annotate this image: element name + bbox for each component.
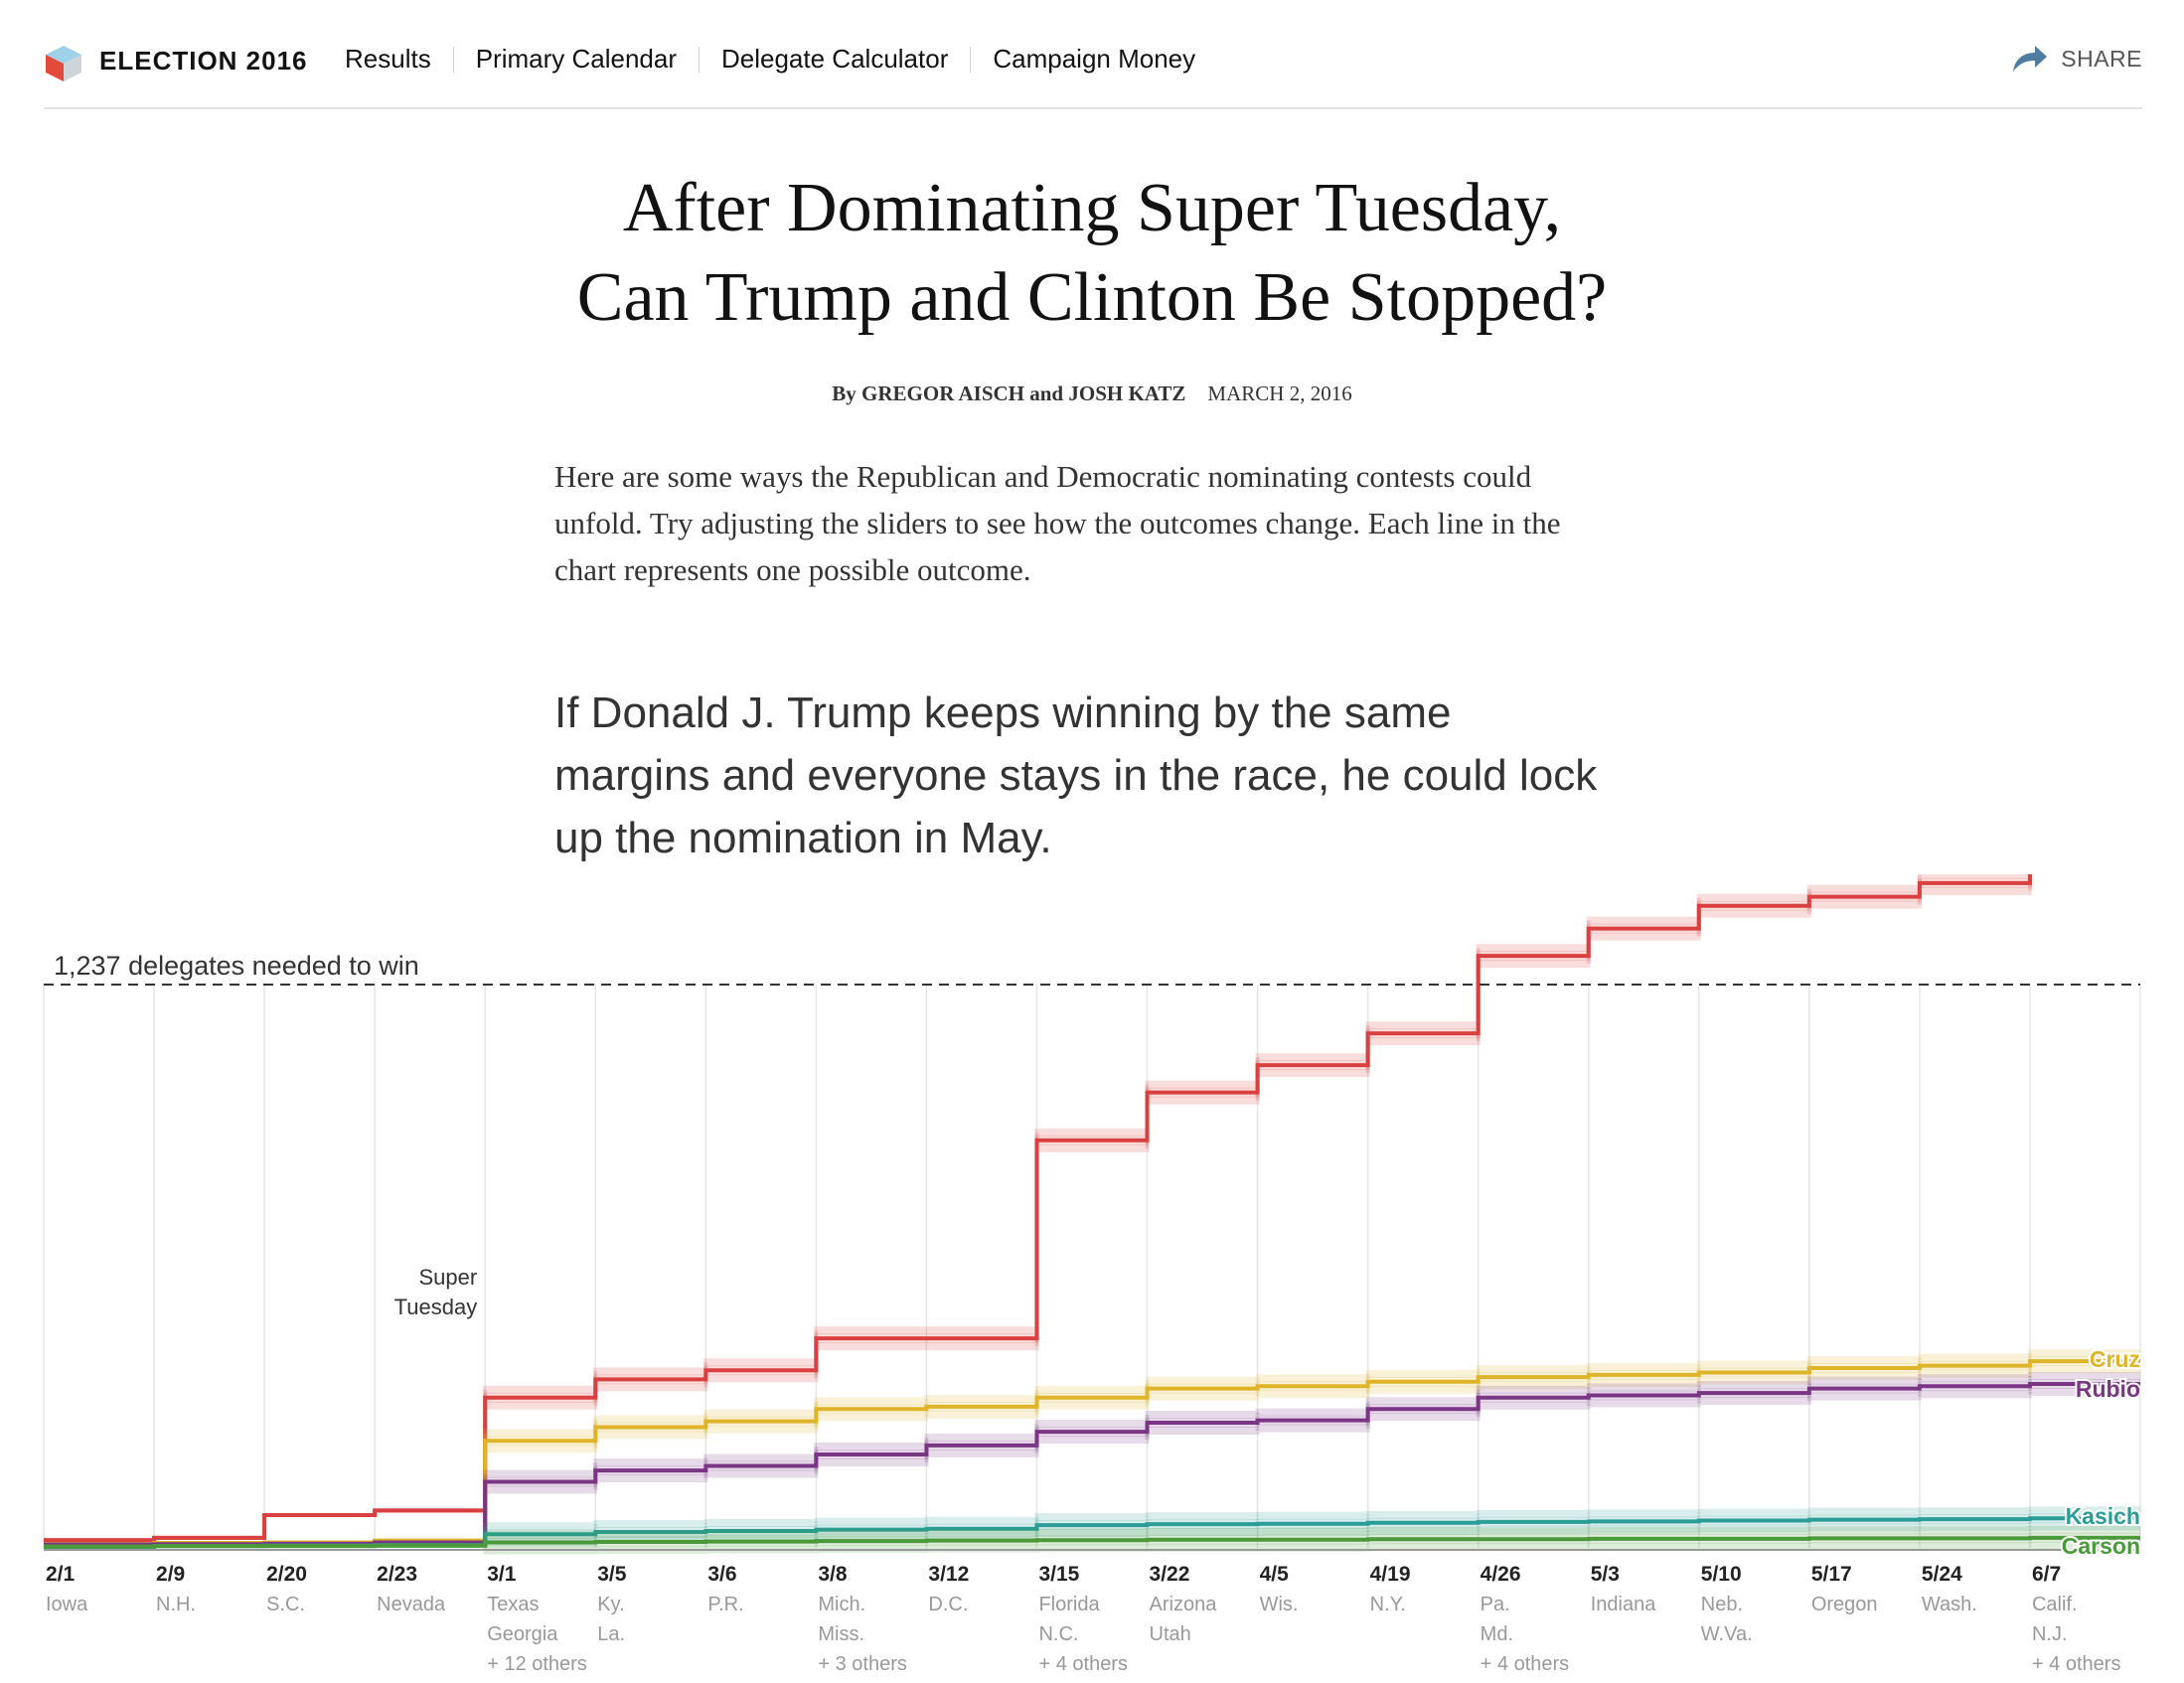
x-tick-label: 4/5 (1260, 1563, 1290, 1586)
x-state-label: + 4 others (1481, 1653, 1570, 1675)
annotation-layer: Super Tuesday (394, 1265, 478, 1319)
x-tick-label: 5/10 (1701, 1563, 1742, 1586)
x-state-label: N.H. (156, 1594, 196, 1615)
share-arrow-icon (2013, 46, 2048, 72)
nav-link-delegate-calculator[interactable]: Delegate Calculator (721, 44, 948, 75)
nav-link-results[interactable]: Results (345, 44, 431, 75)
x-state-label: Calif. (2032, 1594, 2078, 1615)
x-state-label: N.Y. (1370, 1594, 1406, 1615)
series-label-kasich: Kasich (2066, 1503, 2140, 1529)
x-state-label: + 12 others (487, 1653, 587, 1675)
x-state-label: S.C. (266, 1594, 305, 1615)
x-state-label: Neb. (1701, 1594, 1743, 1615)
x-tick-label: 3/22 (1150, 1563, 1190, 1586)
x-state-label: Md. (1481, 1623, 1513, 1645)
super-tuesday-label-line-2: Tuesday (394, 1295, 478, 1319)
x-state-label: P.R. (707, 1594, 743, 1615)
x-state-label: Utah (1150, 1623, 1191, 1645)
nav-link-primary-calendar[interactable]: Primary Calendar (476, 44, 677, 75)
intro-paragraph: Here are some ways the Republican and De… (554, 459, 1561, 587)
x-state-label: Georgia (487, 1623, 558, 1645)
series-label-cruz: Cruz (2090, 1346, 2140, 1372)
headline: After Dominating Super Tuesday, Can Trum… (0, 164, 2184, 343)
series-carson (44, 1525, 2140, 1555)
x-tick-label: 3/8 (818, 1563, 848, 1586)
share-label: SHARE (2061, 45, 2142, 72)
x-tick-label: 5/3 (1591, 1563, 1620, 1586)
top-nav: ELECTION 2016 Results Primary Calendar D… (44, 30, 2142, 109)
x-state-label: Ky. (597, 1594, 624, 1615)
x-tick-label: 2/1 (46, 1563, 76, 1586)
nav-link-campaign-money[interactable]: Campaign Money (993, 44, 1195, 75)
series-labels: TrumpCruzRubioKasichCarson (2060, 1344, 2142, 1561)
x-tick-label: 5/17 (1811, 1563, 1852, 1586)
nav-links: Results Primary Calendar Delegate Calcul… (345, 44, 1195, 75)
x-tick-label: 3/1 (487, 1563, 517, 1586)
byline-authors: By GREGOR AISCH and JOSH KATZ (832, 382, 1186, 405)
share-button[interactable]: SHARE (2011, 44, 2142, 74)
nav-divider (970, 46, 972, 73)
grid-layer (43, 985, 2141, 1548)
x-state-label: + 3 others (818, 1653, 907, 1675)
x-state-label: Miss. (818, 1623, 864, 1645)
headline-line-1: After Dominating Super Tuesday, (622, 170, 1562, 246)
threshold-label: 1,237 delegates needed to win (54, 951, 419, 981)
x-tick-label: 6/7 (2032, 1563, 2061, 1586)
x-tick-label: 2/20 (266, 1563, 307, 1586)
x-state-label: Pa. (1481, 1594, 1510, 1615)
x-state-label: Wash. (1922, 1594, 1977, 1615)
x-state-label: N.J. (2032, 1623, 2068, 1645)
x-state-label: Arizona (1150, 1594, 1218, 1615)
delegate-chart: 1,237 delegates needed to win Super Tues… (43, 874, 2142, 1675)
byline-date: MARCH 2, 2016 (1207, 382, 1352, 405)
election-logo-icon (46, 46, 81, 81)
headline-line-2: Can Trump and Clinton Be Stopped? (576, 259, 1608, 336)
x-tick-label: 4/26 (1481, 1563, 1521, 1586)
x-state-label: Nevada (377, 1594, 446, 1615)
nav-divider (452, 46, 454, 73)
x-state-label: Iowa (46, 1594, 88, 1615)
scenario-text: If Donald J. Trump keeps winning by the … (554, 688, 1598, 862)
x-state-label: Wis. (1260, 1594, 1299, 1615)
x-state-label: + 4 others (2032, 1653, 2121, 1675)
x-state-label: Mich. (818, 1594, 865, 1615)
x-state-label: D.C. (928, 1594, 968, 1615)
x-state-label: N.C. (1038, 1623, 1078, 1645)
x-tick-label: 3/5 (597, 1563, 627, 1586)
x-state-label: Indiana (1591, 1594, 1656, 1615)
x-state-label: Texas (487, 1594, 539, 1615)
brand-label[interactable]: ELECTION 2016 (99, 46, 308, 76)
x-tick-label: 4/19 (1370, 1563, 1411, 1586)
series-label-carson: Carson (2062, 1533, 2140, 1559)
threshold-layer: 1,237 delegates needed to win (44, 951, 2140, 987)
x-tick-label: 3/15 (1038, 1563, 1079, 1586)
x-tick-label: 3/6 (707, 1563, 736, 1586)
x-state-label: Oregon (1811, 1594, 1878, 1615)
x-state-label: + 4 others (1038, 1653, 1128, 1675)
super-tuesday-label-line-1: Super (418, 1265, 477, 1290)
series-label-rubio: Rubio (2076, 1376, 2140, 1402)
x-state-label: La. (597, 1623, 625, 1645)
x-state-label: Florida (1038, 1594, 1100, 1615)
nav-divider (699, 46, 700, 73)
x-tick-label: 2/23 (377, 1563, 417, 1586)
x-tick-label: 2/9 (156, 1563, 185, 1586)
x-state-label: W.Va. (1701, 1623, 1753, 1645)
x-tick-label: 5/24 (1922, 1563, 1962, 1586)
x-axis: 2/1 Iowa 2/9 N.H. 2/20 S.C. 2/23 Nevada 3/1 Texas… (46, 1563, 2120, 1675)
byline: By GREGOR AISCH and JOSH KATZ MARCH 2, 20… (0, 382, 2184, 406)
x-tick-label: 3/12 (928, 1563, 969, 1586)
